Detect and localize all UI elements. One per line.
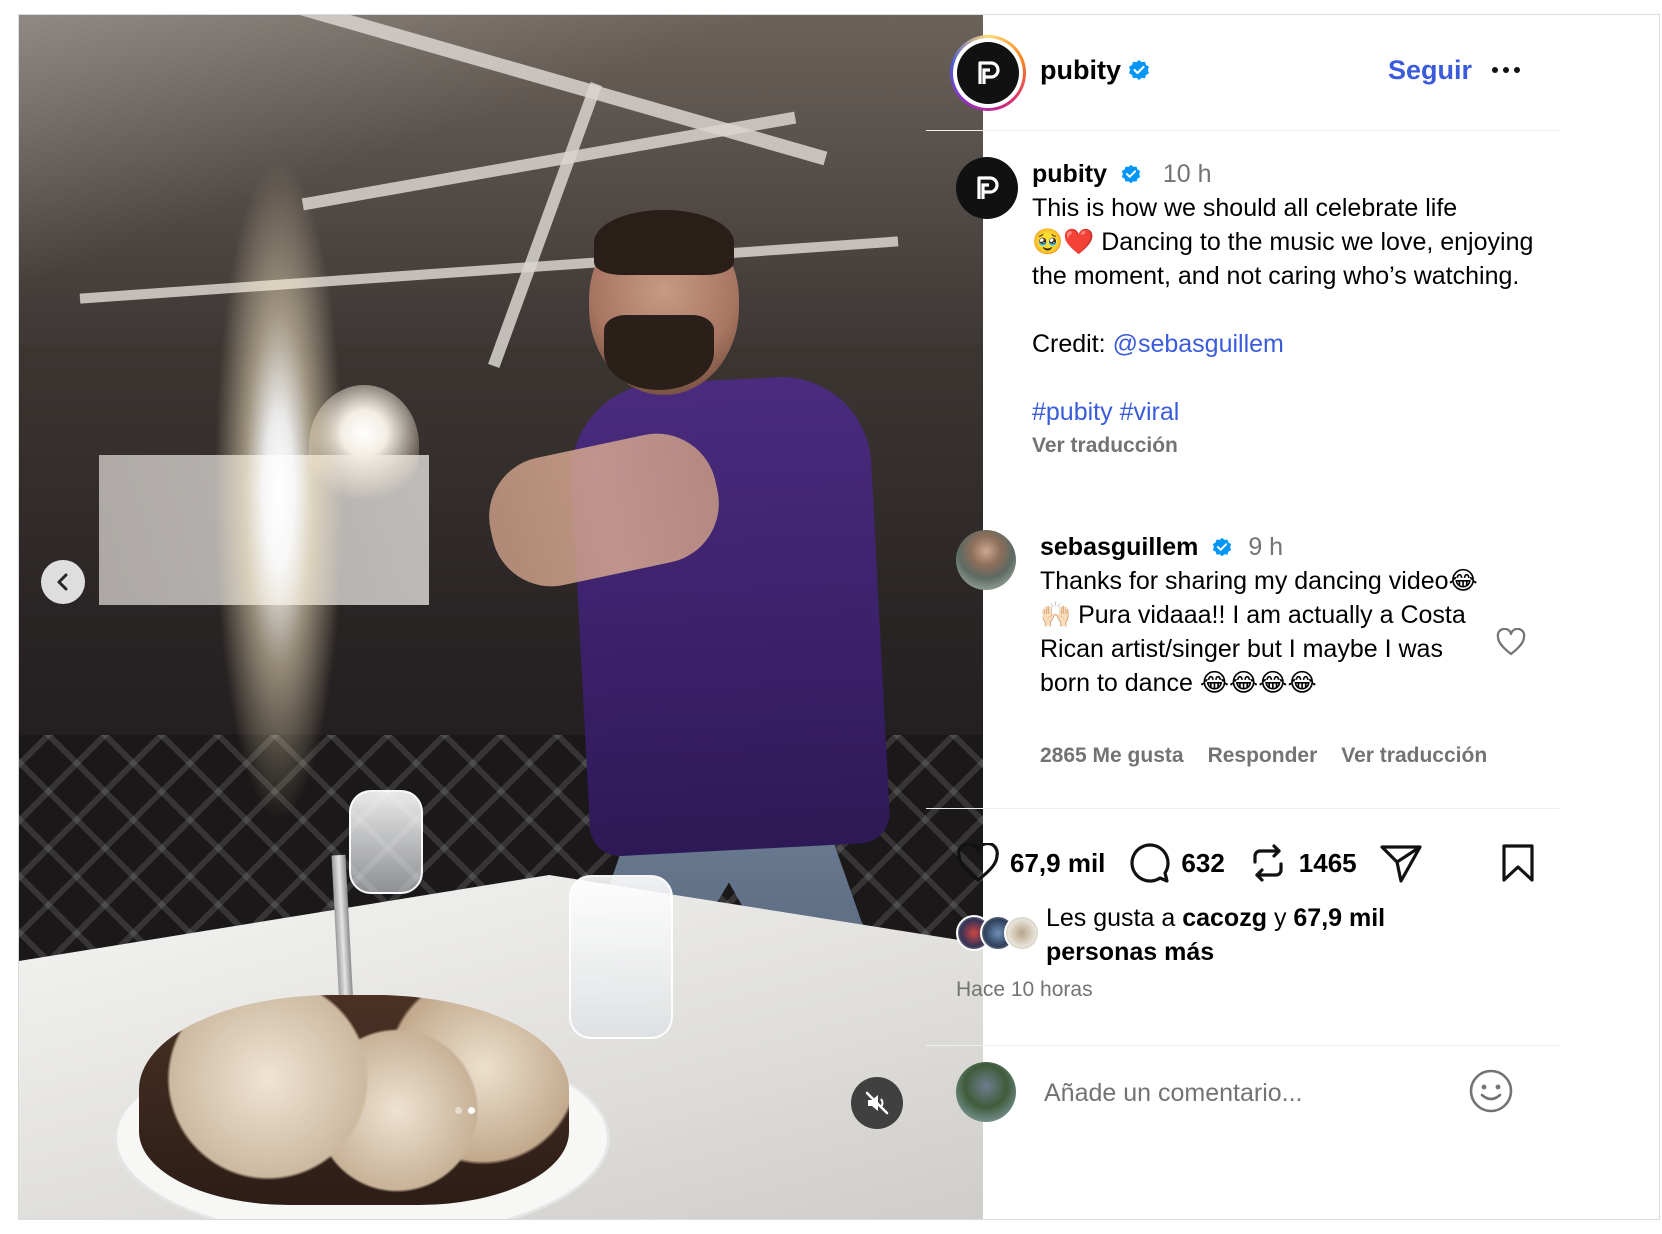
more-options-button[interactable] [1492,67,1520,73]
comment-like-button[interactable] [1496,627,1526,661]
like-button[interactable]: 67,9 mil [956,843,1105,883]
author-avatar[interactable] [950,35,1026,111]
smiley-icon [1469,1069,1513,1113]
hashtag-link[interactable]: #viral [1120,398,1180,426]
comment-translate-link[interactable]: Ver traducción [1341,744,1487,768]
current-user-avatar [956,1062,1016,1122]
more-dot-icon [1503,67,1509,73]
liked-by-prefix: Les gusta a [1046,904,1176,932]
carousel-dot [455,1107,462,1114]
repost-icon [1253,844,1283,882]
emoji-button[interactable] [1468,1068,1514,1119]
commenter-username[interactable]: sebasguillem [1040,533,1198,561]
post-sidebar: pubity Seguir pubity 10 h This is how we… [926,15,1559,1219]
add-comment-bar [926,1045,1559,1220]
post-header: pubity Seguir [926,15,1559,131]
divider [926,808,1559,809]
liked-by-count[interactable]: 67,9 mil [1293,904,1385,932]
comment-text: Thanks for sharing my dancing video😂🙌🏻 P… [1040,567,1478,697]
more-dot-icon [1492,67,1498,73]
paper-plane-icon [1380,845,1422,883]
mute-button[interactable] [851,1077,903,1129]
verified-badge-icon [1129,59,1149,80]
likes-count: 67,9 mil [1010,847,1106,878]
see-translation-link[interactable]: Ver traducción [1032,429,1552,463]
caption-text-line2: 🥹❤️ Dancing to the music we love, enjoyi… [1032,228,1534,290]
pubity-logo-icon [977,176,999,199]
more-dot-icon [1514,67,1520,73]
comment-time: 9 h [1248,533,1284,561]
carousel-indicator [455,1107,475,1114]
caption-author-avatar[interactable] [956,157,1018,219]
post-dialog: pubity Seguir pubity 10 h This is how we… [18,14,1660,1220]
comment-bubble-icon [1130,843,1171,883]
liked-by-connector: y [1273,904,1287,932]
liked-by-user[interactable]: cacozg [1182,904,1267,932]
avatar [1004,915,1040,951]
hashtag-link[interactable]: #pubity [1032,398,1113,426]
credit-label: Credit: [1032,330,1106,358]
caption-time: 10 h [1162,160,1212,188]
water-glass [569,875,673,1039]
person-beard [604,315,714,390]
verified-badge-icon [1121,165,1141,184]
caption-text-line1: This is how we should all celebrate life [1032,194,1458,222]
dessert [139,995,569,1205]
bookmark-icon [1502,844,1534,882]
author-username[interactable]: pubity [1040,55,1121,86]
reposts-count: 1465 [1298,847,1357,878]
follow-button[interactable]: Seguir [1388,55,1472,86]
caption-username[interactable]: pubity [1032,160,1107,188]
commenter-avatar[interactable] [956,530,1016,590]
action-bar: 67,9 mil 632 1465 [956,837,1546,889]
comments-count: 632 [1181,847,1225,878]
post-video[interactable] [19,15,983,1219]
repost-button[interactable]: 1465 [1247,842,1357,884]
post-timestamp[interactable]: Hace 10 horas [956,978,1093,1002]
pubity-logo-icon [978,61,1000,84]
credit-handle-link[interactable]: @sebasguillem [1113,330,1284,358]
comment-likes-count[interactable]: 2865 Me gusta [1040,744,1184,768]
chevron-left-icon [57,573,68,591]
carousel-dot-active [468,1107,475,1114]
comment-input[interactable] [1042,1078,1466,1109]
verified-badge-icon [1213,538,1232,557]
water-glass [349,790,423,894]
liked-by-avatars[interactable] [956,915,1046,951]
reply-button[interactable]: Responder [1208,744,1318,768]
person-hair [594,210,734,275]
save-button[interactable] [1500,843,1536,888]
heart-icon [1496,627,1526,656]
liked-by-suffix[interactable]: personas más [1046,938,1214,966]
share-button[interactable] [1379,842,1423,884]
comment-button[interactable]: 632 [1127,842,1225,884]
speaker-muted-icon [865,1091,889,1115]
previous-button[interactable] [41,560,85,604]
heart-icon [957,843,999,882]
sparkler [209,130,349,850]
